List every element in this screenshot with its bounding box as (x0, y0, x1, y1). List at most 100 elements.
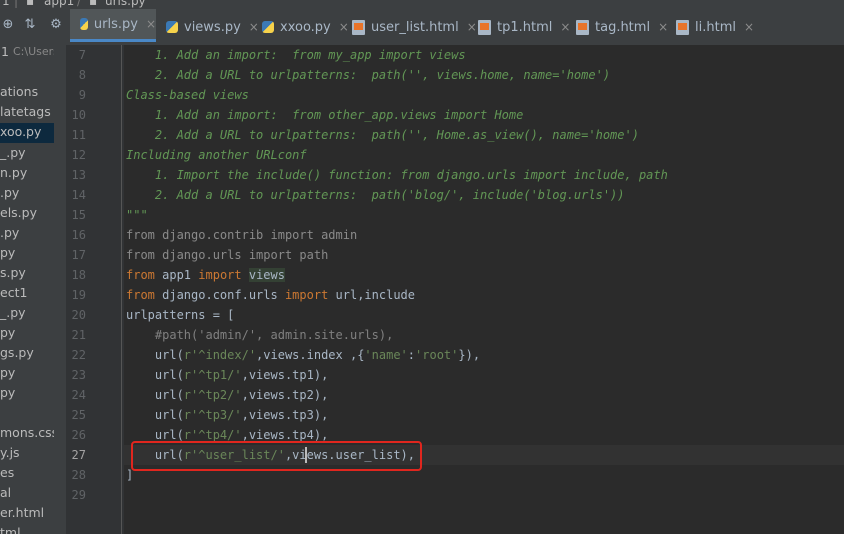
settings-icon[interactable]: ⊕ (0, 17, 16, 33)
code-line[interactable]: 1. Add an import: from other_app.views i… (126, 105, 523, 125)
code-line[interactable]: url(r'^tp3/',views.tp3), (126, 405, 328, 425)
line-number: 7 (78, 48, 86, 62)
breadcrumb-app1[interactable]: app1 (44, 0, 74, 8)
line-number: 23 (71, 368, 86, 382)
tab-label: urls.py (93, 16, 138, 32)
line-number: 12 (71, 148, 86, 162)
code-line[interactable]: 2. Add a URL to urlpatterns: path('', Ho… (126, 125, 639, 145)
tree-item[interactable]: .py (0, 183, 19, 203)
close-icon[interactable]: × (560, 20, 570, 34)
string-literal: r'^tp1/' (183, 368, 242, 382)
close-icon[interactable]: × (467, 20, 477, 34)
tree-item[interactable]: els.py (0, 203, 37, 223)
tree-item[interactable]: _.py (0, 143, 26, 163)
python-file-icon (80, 18, 88, 30)
call: url( (126, 348, 184, 362)
args: ,views.tp1), (241, 368, 329, 382)
tab-tag-html[interactable]: tag.html × (576, 9, 668, 45)
project-root[interactable]: 1 (1, 45, 9, 62)
annotation-highlight-box (131, 441, 422, 471)
gear-icon[interactable]: ⚙ (48, 17, 64, 33)
tab-views-py[interactable]: views.py × (166, 9, 259, 45)
string-literal: r'^index/' (183, 348, 257, 362)
tree-item[interactable]: latetags (0, 102, 51, 122)
tree-item[interactable]: y.js (0, 443, 20, 463)
tab-label: xxoo.py (280, 19, 331, 35)
tree-item[interactable]: py (0, 383, 15, 403)
string-literal: r'^tp3/' (183, 408, 242, 422)
line-number: 15 (71, 208, 86, 222)
code-line[interactable]: from django.conf.urls import url,include (126, 285, 415, 305)
code-line[interactable]: Including another URLconf (126, 145, 307, 165)
tree-item[interactable]: gs.py (0, 343, 34, 363)
string-literal: 'name' (364, 348, 408, 362)
tab-user-list-html[interactable]: user_list.html × (352, 9, 477, 45)
tab-label: tag.html (595, 19, 651, 35)
tree-item[interactable]: py (0, 243, 15, 263)
code-line-comment[interactable]: #path('admin/', admin.site.urls), (126, 325, 393, 345)
code-line[interactable]: url(r'^tp1/',views.tp1), (126, 365, 328, 385)
tree-item[interactable]: ations (0, 82, 38, 102)
tree-item[interactable]: es (0, 463, 14, 483)
keyword: from (126, 268, 155, 282)
string-literal: 'root' (415, 348, 459, 362)
keyword: import (198, 268, 242, 282)
line-number: 17 (71, 248, 86, 262)
tab-xxoo-py[interactable]: xxoo.py × (262, 9, 349, 45)
code-line[interactable]: 1. Import the include() function: from d… (126, 165, 668, 185)
tree-item[interactable]: py (0, 323, 15, 343)
project-panel: 1 C:\Users ations latetags xoo.py _.py n… (0, 45, 54, 534)
close-icon[interactable]: × (744, 20, 754, 34)
project-root-path: C:\Users (13, 45, 54, 58)
line-number: 18 (71, 268, 86, 282)
tab-li-html[interactable]: li.html × (676, 9, 754, 45)
fold-guide (121, 45, 122, 534)
code-line-unused-import[interactable]: from django.urls import path (126, 245, 328, 265)
tree-item[interactable]: n.py (0, 163, 27, 183)
code-line-unused-import[interactable]: from django.contrib import admin (126, 225, 357, 245)
line-number: 29 (71, 488, 86, 502)
breadcrumb-root[interactable]: 1 (2, 0, 10, 8)
close-icon[interactable]: × (339, 20, 349, 34)
code-line[interactable]: urlpatterns = [ (126, 305, 234, 325)
close-icon[interactable]: × (658, 20, 668, 34)
tree-item[interactable]: py (0, 363, 15, 383)
code-line[interactable]: 2. Add a URL to urlpatterns: path('', vi… (126, 65, 610, 85)
breadcrumb-file[interactable]: urls.py (105, 0, 146, 8)
folder-icon: ▪ (26, 0, 35, 8)
line-number: 26 (71, 428, 86, 442)
call: url( (126, 368, 184, 382)
line-number: 19 (71, 288, 86, 302)
tree-item[interactable]: xoo.py (0, 122, 41, 142)
module-name: app1 (154, 268, 199, 282)
tree-item[interactable]: _.py (0, 303, 26, 323)
code-line[interactable]: Class-based views (126, 85, 249, 105)
args: ,views.tp2), (241, 388, 329, 402)
code-line[interactable]: url(r'^tp2/',views.tp2), (126, 385, 328, 405)
tab-label: tp1.html (497, 19, 553, 35)
collapse-icon[interactable]: ⇅ (22, 17, 38, 33)
line-number: 24 (71, 388, 86, 402)
close-icon[interactable]: × (146, 17, 156, 31)
tree-item[interactable]: tml (0, 523, 21, 534)
line-number: 22 (71, 348, 86, 362)
code-line[interactable]: 2. Add a URL to urlpatterns: path('blog/… (126, 185, 625, 205)
code-line[interactable]: url(r'^index/',views.index ,{'name':'roo… (126, 345, 480, 365)
tree-item[interactable]: s.py (0, 263, 26, 283)
code-line[interactable]: 1. Add an import: from my_app import vie… (126, 45, 466, 65)
close-icon[interactable]: × (249, 20, 259, 34)
tab-urls-py[interactable]: urls.py × (70, 9, 156, 42)
tree-item[interactable]: al (0, 483, 11, 503)
args: ,views.tp3), (241, 408, 329, 422)
tree-item[interactable]: mons.css (0, 423, 54, 443)
code-line[interactable]: from app1 import views (126, 265, 285, 285)
tab-label: li.html (695, 19, 736, 35)
call: url( (126, 428, 184, 442)
code-line[interactable]: """ (126, 205, 148, 225)
tree-item[interactable]: er.html (0, 503, 44, 523)
line-number: 9 (78, 88, 86, 102)
tree-item[interactable]: ect1 (0, 283, 27, 303)
string-literal: r'^tp2/' (183, 388, 242, 402)
tree-item[interactable]: .py (0, 223, 19, 243)
tab-tp1-html[interactable]: tp1.html × (478, 9, 570, 45)
